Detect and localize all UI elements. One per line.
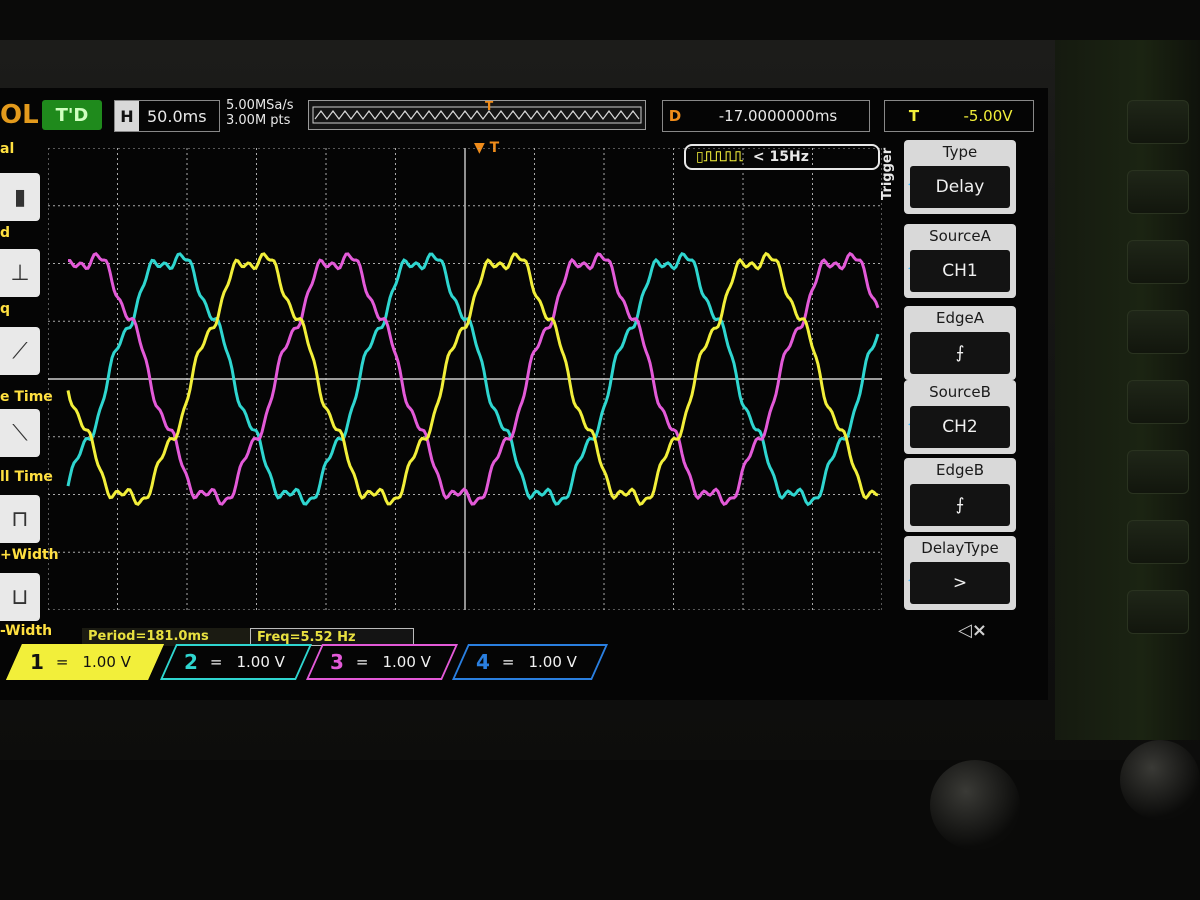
trigger-frequency-value: < 15Hz <box>752 149 809 165</box>
menu-item-header: EdgeB <box>935 461 985 479</box>
timebase-readout[interactable]: H 50.0ms <box>114 100 220 132</box>
trigger-position-icon: T <box>485 99 494 113</box>
pulse-icon: ▯⎍⎍⎍⎍ <box>696 149 743 165</box>
coupling-icon: = <box>355 653 369 671</box>
hardware-button[interactable] <box>1127 100 1189 144</box>
scope-screen: OL T'D H 50.0ms 5.00MSa/s 3.00M pts T D … <box>0 88 1048 700</box>
probe-connector[interactable] <box>1120 740 1200 820</box>
menu-item-header: DelayType <box>921 539 999 557</box>
negative-width-icon[interactable]: ⊔ <box>0 573 40 621</box>
coupling-icon: = <box>209 653 223 671</box>
trigger-delay-type-item[interactable]: DelayType ◀ > <box>904 536 1016 610</box>
channel-scale: 1.00 V <box>528 653 577 671</box>
trigger-source-a-item[interactable]: SourceA ◀ CH1 <box>904 224 1016 298</box>
coupling-icon: = <box>501 653 515 671</box>
measure-menu: al ▮ d ⊥ q ⟋ e Time ⟍ ll Time ⊓ +Width ⊔… <box>0 141 59 653</box>
trigger-source-b-item[interactable]: SourceB ◀ CH2 <box>904 380 1016 454</box>
menu-item-value: CH1 <box>910 250 1010 292</box>
hardware-button[interactable] <box>1127 240 1189 284</box>
channel-number: 3 <box>330 650 344 674</box>
trigger-type-item[interactable]: Type ◀ Delay <box>904 140 1016 214</box>
sampling-readout: 5.00MSa/s 3.00M pts <box>226 98 294 128</box>
channel-number: 2 <box>184 650 198 674</box>
trigger-edge-b-item[interactable]: EdgeB ⨍ <box>904 458 1016 532</box>
menu-item-header: SourceA <box>929 227 991 245</box>
channel-bar: 1 = 1.00 V 2 = 1.00 V 3 = 1.00 V 4 = 1.0 <box>0 644 900 682</box>
sample-rate: 5.00MSa/s <box>226 98 294 113</box>
channel-scale: 1.00 V <box>82 653 131 671</box>
coupling-icon: = <box>55 653 69 671</box>
measure-label-6: -Width <box>0 623 53 639</box>
fall-time-icon[interactable]: ⟍ <box>0 409 40 457</box>
channel-scale: 1.00 V <box>236 653 285 671</box>
delay-icon[interactable]: ⊥ <box>0 249 40 297</box>
brand-logo: OL <box>0 100 39 130</box>
channel-1-badge[interactable]: 1 = 1.00 V <box>5 644 165 680</box>
hardware-button[interactable] <box>1127 170 1189 214</box>
delay-readout[interactable]: D -17.0000000ms <box>662 100 870 132</box>
hardware-button[interactable] <box>1127 310 1189 354</box>
trigger-level-value: -5.00V <box>963 107 1013 125</box>
delay-value: -17.0000000ms <box>718 107 838 125</box>
rise-time-icon[interactable]: ⟋ <box>0 327 40 375</box>
rising-edge-icon: ⨍ <box>910 484 1010 526</box>
delay-key: D <box>668 107 682 125</box>
status-bar: OL T'D H 50.0ms 5.00MSa/s 3.00M pts T D … <box>0 88 1048 140</box>
hardware-button[interactable] <box>1127 450 1189 494</box>
channel-4-badge[interactable]: 4 = 1.00 V <box>451 644 609 680</box>
channel-scale: 1.00 V <box>382 653 431 671</box>
channel-3-badge[interactable]: 3 = 1.00 V <box>305 644 459 680</box>
hardware-button[interactable] <box>1127 520 1189 564</box>
hardware-button[interactable] <box>1127 590 1189 634</box>
graticule <box>48 148 882 610</box>
mute-icon[interactable]: ◁× <box>958 620 987 641</box>
menu-item-header: EdgeA <box>935 309 984 327</box>
memory-position-strip[interactable]: T <box>308 99 646 130</box>
positive-width-icon[interactable]: ⊓ <box>0 495 40 543</box>
rising-edge-icon: ⨍ <box>910 332 1010 374</box>
menu-item-header: SourceB <box>929 383 991 401</box>
scope-front-panel <box>1055 40 1200 740</box>
trigger-level-readout[interactable]: T -5.00V <box>884 100 1034 132</box>
trigger-edge-a-item[interactable]: EdgeA ⨍ <box>904 306 1016 380</box>
trigger-status-badge: T'D <box>42 100 102 130</box>
menu-item-value: Delay <box>910 166 1010 208</box>
waveform-display[interactable] <box>48 148 882 610</box>
menu-item-value: CH2 <box>910 406 1010 448</box>
hardware-button[interactable] <box>1127 380 1189 424</box>
memory-depth: 3.00M pts <box>226 113 291 128</box>
trigger-menu-title: Trigger <box>880 147 895 200</box>
menu-item-header: Type <box>942 143 978 161</box>
trigger-level-key: T <box>908 107 920 125</box>
waveform-cursor-icon[interactable]: ▮ <box>0 173 40 221</box>
channel-number: 4 <box>476 650 490 674</box>
trigger-frequency-indicator: ▯⎍⎍⎍⎍ < 15Hz <box>684 144 880 170</box>
timebase-value: 50.0ms <box>147 106 207 126</box>
channel-number: 1 <box>30 650 44 674</box>
trigger-menu: Trigger Type ◀ Delay SourceA ◀ CH1 EdgeA… <box>880 140 1028 650</box>
probe-connector[interactable] <box>930 760 1020 850</box>
channel-2-badge[interactable]: 2 = 1.00 V <box>159 644 313 680</box>
timebase-key: H <box>115 101 139 131</box>
memory-waveform-preview <box>312 106 642 124</box>
menu-item-value: > <box>910 562 1010 604</box>
